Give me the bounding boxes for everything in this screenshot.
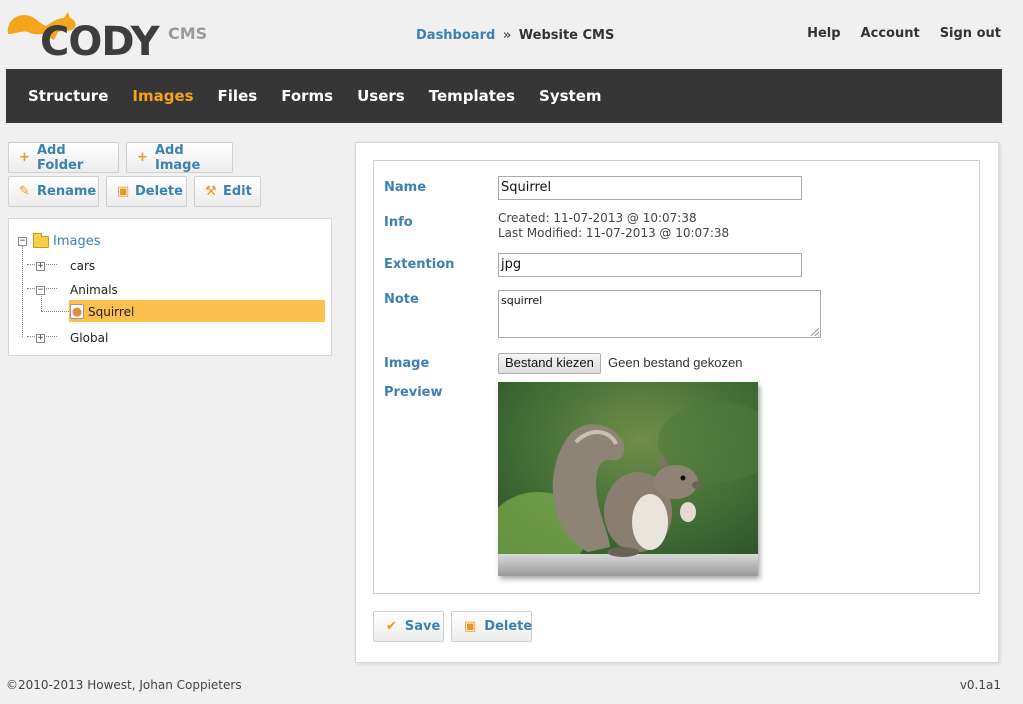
add-image-label: Add Image: [155, 142, 201, 173]
name-label: Name: [384, 180, 427, 195]
image-tree: − Images + cars − Animals Squirrel + Glo…: [8, 218, 332, 356]
checkmark-icon: ✔: [386, 619, 397, 634]
add-folder-button[interactable]: + Add Folder: [8, 142, 119, 173]
image-detail-panel: Name Squirrel Info Created: 11-07-2013 @…: [355, 142, 999, 663]
wrench-icon: ⚒: [205, 184, 217, 199]
breadcrumb-separator: »: [502, 28, 512, 43]
trash-icon: ▣: [464, 619, 477, 634]
expand-icon[interactable]: +: [36, 261, 45, 271]
nav-files[interactable]: Files: [218, 87, 258, 105]
tree-label: Images: [53, 234, 101, 249]
account-link[interactable]: Account: [861, 26, 920, 41]
nav-images[interactable]: Images: [132, 87, 193, 105]
resize-grip-icon[interactable]: [811, 328, 819, 336]
expand-icon[interactable]: +: [36, 333, 45, 343]
info-modified: Last Modified: 11-07-2013 @ 10:07:38: [498, 226, 730, 240]
preview-label: Preview: [384, 385, 443, 400]
info-created: Created: 11-07-2013 @ 10:07:38: [498, 211, 697, 225]
cody-logo[interactable]: CODY CMS: [6, 4, 211, 66]
squirrel-photo: [498, 382, 758, 576]
tree-item-images[interactable]: − Images: [18, 232, 101, 249]
copyright: ©2010-2013 Howest, Johan Coppieters: [6, 678, 242, 692]
plus-icon: +: [137, 150, 148, 165]
collapse-icon[interactable]: −: [36, 285, 45, 295]
breadcrumb: Dashboard » Website CMS: [416, 28, 614, 43]
save-button[interactable]: ✔ Save: [373, 611, 444, 642]
nav-templates[interactable]: Templates: [429, 87, 515, 105]
help-link[interactable]: Help: [807, 26, 840, 41]
file-status: Geen bestand gekozen: [608, 355, 743, 370]
image-label: Image: [384, 356, 430, 371]
rename-label: Rename: [37, 184, 97, 199]
edit-label: Edit: [223, 184, 252, 199]
tree-label: Animals: [70, 283, 118, 297]
nav-users[interactable]: Users: [357, 87, 405, 105]
image-file-icon: [70, 304, 84, 319]
folder-icon: [33, 232, 49, 248]
tree-line: [41, 311, 69, 312]
name-input[interactable]: Squirrel: [498, 176, 802, 200]
note-textarea[interactable]: squirrel: [498, 290, 821, 338]
add-image-button[interactable]: + Add Image: [126, 142, 233, 173]
save-label: Save: [404, 619, 441, 634]
nav-system[interactable]: System: [539, 87, 601, 105]
add-folder-label: Add Folder: [37, 142, 84, 173]
delete-label: Delete: [135, 184, 183, 199]
plus-icon: +: [19, 150, 30, 165]
tree-label: cars: [70, 259, 96, 273]
note-label: Note: [384, 292, 419, 307]
tree-label: Global: [70, 331, 109, 345]
nav-forms[interactable]: Forms: [281, 87, 333, 105]
nav-structure[interactable]: Structure: [28, 87, 108, 105]
main-nav: Structure Images Files Forms Users Templ…: [6, 69, 1002, 123]
version: v0.1a1: [959, 678, 1001, 692]
pencil-icon: ✎: [19, 184, 30, 199]
sign-out-link[interactable]: Sign out: [940, 26, 1001, 41]
top-links: Help Account Sign out: [807, 26, 1001, 41]
collapse-icon[interactable]: −: [18, 237, 27, 246]
logo-suffix: CMS: [168, 24, 208, 43]
trash-icon: ▣: [117, 184, 130, 199]
edit-button[interactable]: ⚒ Edit: [194, 176, 261, 207]
delete-button[interactable]: ▣ Delete: [106, 176, 187, 207]
note-value: squirrel: [501, 294, 543, 307]
logo-text: CODY: [40, 19, 160, 65]
choose-file-button[interactable]: Bestand kiezen: [498, 353, 601, 374]
tree-item-squirrel[interactable]: Squirrel: [70, 304, 134, 319]
tree-item-global[interactable]: + Global: [36, 331, 108, 345]
delete-image-button[interactable]: ▣ Delete: [451, 611, 532, 642]
breadcrumb-current: Website CMS: [518, 28, 615, 43]
info-label: Info: [384, 215, 413, 230]
tree-line: [22, 245, 23, 337]
image-form: Name Squirrel Info Created: 11-07-2013 @…: [373, 160, 980, 594]
delete-image-label: Delete: [484, 619, 533, 634]
tree-item-cars[interactable]: + cars: [36, 259, 95, 273]
tree-label: Squirrel: [88, 304, 135, 319]
breadcrumb-dashboard-link[interactable]: Dashboard: [416, 28, 495, 43]
extension-label: Extention: [384, 257, 455, 272]
tree-item-animals[interactable]: − Animals: [36, 283, 118, 297]
extension-input[interactable]: jpg: [498, 253, 802, 277]
image-preview: [498, 382, 758, 576]
rename-button[interactable]: ✎ Rename: [8, 176, 99, 207]
